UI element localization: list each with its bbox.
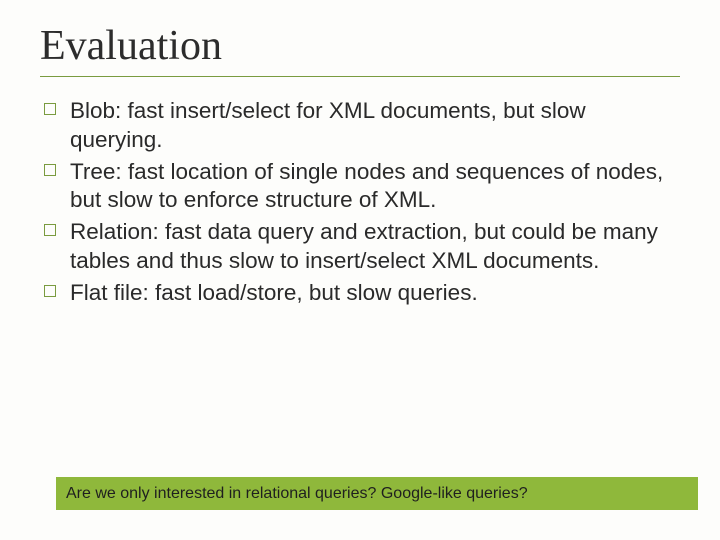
slide: Evaluation Blob: fast insert/select for … — [0, 0, 720, 540]
bullet-text: Flat file: fast load/store, but slow que… — [70, 280, 478, 305]
bullet-list: Blob: fast insert/select for XML documen… — [40, 97, 680, 308]
list-item: Blob: fast insert/select for XML documen… — [44, 97, 680, 155]
list-item: Relation: fast data query and extraction… — [44, 218, 680, 276]
bullet-text: Blob: fast insert/select for XML documen… — [70, 98, 586, 152]
square-icon — [44, 285, 56, 297]
square-icon — [44, 224, 56, 236]
square-icon — [44, 164, 56, 176]
square-icon — [44, 103, 56, 115]
footer-text: Are we only interested in relational que… — [66, 484, 688, 503]
footer-band: Are we only interested in relational que… — [56, 477, 698, 510]
bullet-text: Relation: fast data query and extraction… — [70, 219, 658, 273]
list-item: Tree: fast location of single nodes and … — [44, 158, 680, 216]
bullet-text: Tree: fast location of single nodes and … — [70, 159, 663, 213]
page-title: Evaluation — [40, 22, 680, 77]
list-item: Flat file: fast load/store, but slow que… — [44, 279, 680, 308]
